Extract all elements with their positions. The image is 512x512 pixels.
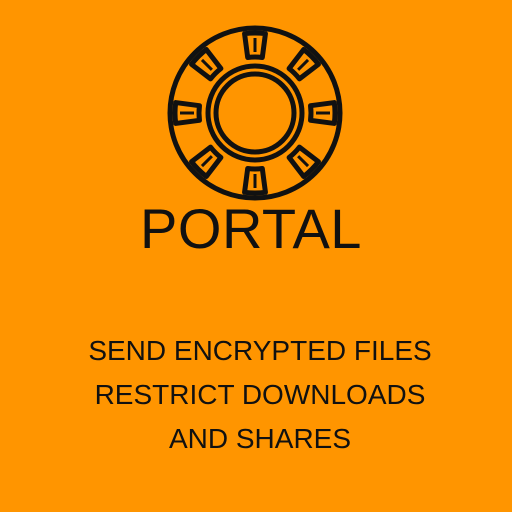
portal-card: PORTAL SEND ENCRYPTED FILES RESTRICT DOW…: [0, 0, 512, 512]
ring-slot-divider: [200, 58, 213, 71]
tagline: SEND ENCRYPTED FILES RESTRICT DOWNLOADS …: [0, 329, 512, 461]
tagline-line: SEND ENCRYPTED FILES: [88, 335, 432, 366]
tagline-line: AND SHARES: [168, 423, 352, 454]
inner-ring: [205, 63, 305, 163]
portal-ring-icon: [165, 23, 345, 203]
page-title: PORTAL: [140, 197, 362, 260]
core-ring: [213, 71, 297, 155]
ring-slot-divider: [200, 155, 213, 168]
ring-slot-divider: [297, 155, 310, 168]
portal-ring-graphic: [167, 25, 343, 201]
outer-ring: [167, 25, 343, 201]
ring-segments: [172, 30, 338, 196]
ring-slot-divider: [297, 58, 310, 71]
tagline-line: RESTRICT DOWNLOADS: [94, 379, 426, 410]
